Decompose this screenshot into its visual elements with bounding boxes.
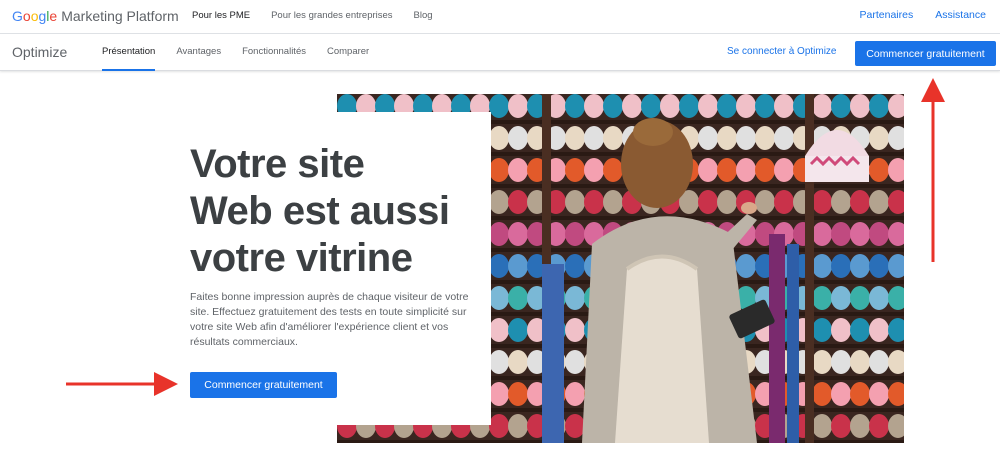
logo-product-name: Marketing Platform	[61, 8, 179, 24]
product-tabs: Présentation Avantages Fonctionnalités C…	[102, 34, 369, 71]
hero-headline: Votre site Web est aussi votre vitrine	[190, 141, 490, 282]
tab-presentation[interactable]: Présentation	[102, 34, 156, 71]
google-wordmark: Google	[12, 8, 57, 24]
top-header: Google Marketing Platform Pour les PME Po…	[0, 0, 1000, 34]
start-free-button-hero[interactable]: Commencer gratuitement	[190, 372, 337, 398]
support-link[interactable]: Assistance	[935, 9, 986, 21]
headline-line: Votre site	[190, 142, 365, 186]
hero-description: Faites bonne impression auprès de chaque…	[190, 291, 469, 348]
product-bar: Optimize Présentation Avantages Fonction…	[0, 34, 1000, 71]
logo-letter: o	[22, 8, 31, 24]
top-right-links: Partenaires Assistance	[860, 9, 986, 21]
logo-letter: e	[49, 8, 58, 24]
tab-avantages[interactable]: Avantages	[176, 34, 221, 71]
top-nav: Pour les PME Pour les grandes entreprise…	[192, 10, 433, 21]
signin-link[interactable]: Se connecter à Optimize	[727, 46, 837, 57]
nav-link-blog[interactable]: Blog	[414, 10, 433, 21]
nav-link-pme[interactable]: Pour les PME	[192, 10, 250, 21]
tab-fonctionnalites[interactable]: Fonctionnalités	[242, 34, 306, 71]
start-free-button-header[interactable]: Commencer gratuitement	[855, 41, 996, 66]
headline-line: votre vitrine	[190, 236, 413, 280]
tab-comparer[interactable]: Comparer	[327, 34, 369, 71]
nav-link-enterprise[interactable]: Pour les grandes entreprises	[271, 10, 392, 21]
logo-letter: G	[12, 8, 23, 24]
product-name[interactable]: Optimize	[12, 44, 67, 60]
arrow-up-icon	[921, 78, 945, 262]
google-marketing-platform-logo[interactable]: Google Marketing Platform	[12, 8, 179, 24]
partners-link[interactable]: Partenaires	[860, 9, 914, 21]
headline-line: Web est aussi	[190, 189, 450, 233]
